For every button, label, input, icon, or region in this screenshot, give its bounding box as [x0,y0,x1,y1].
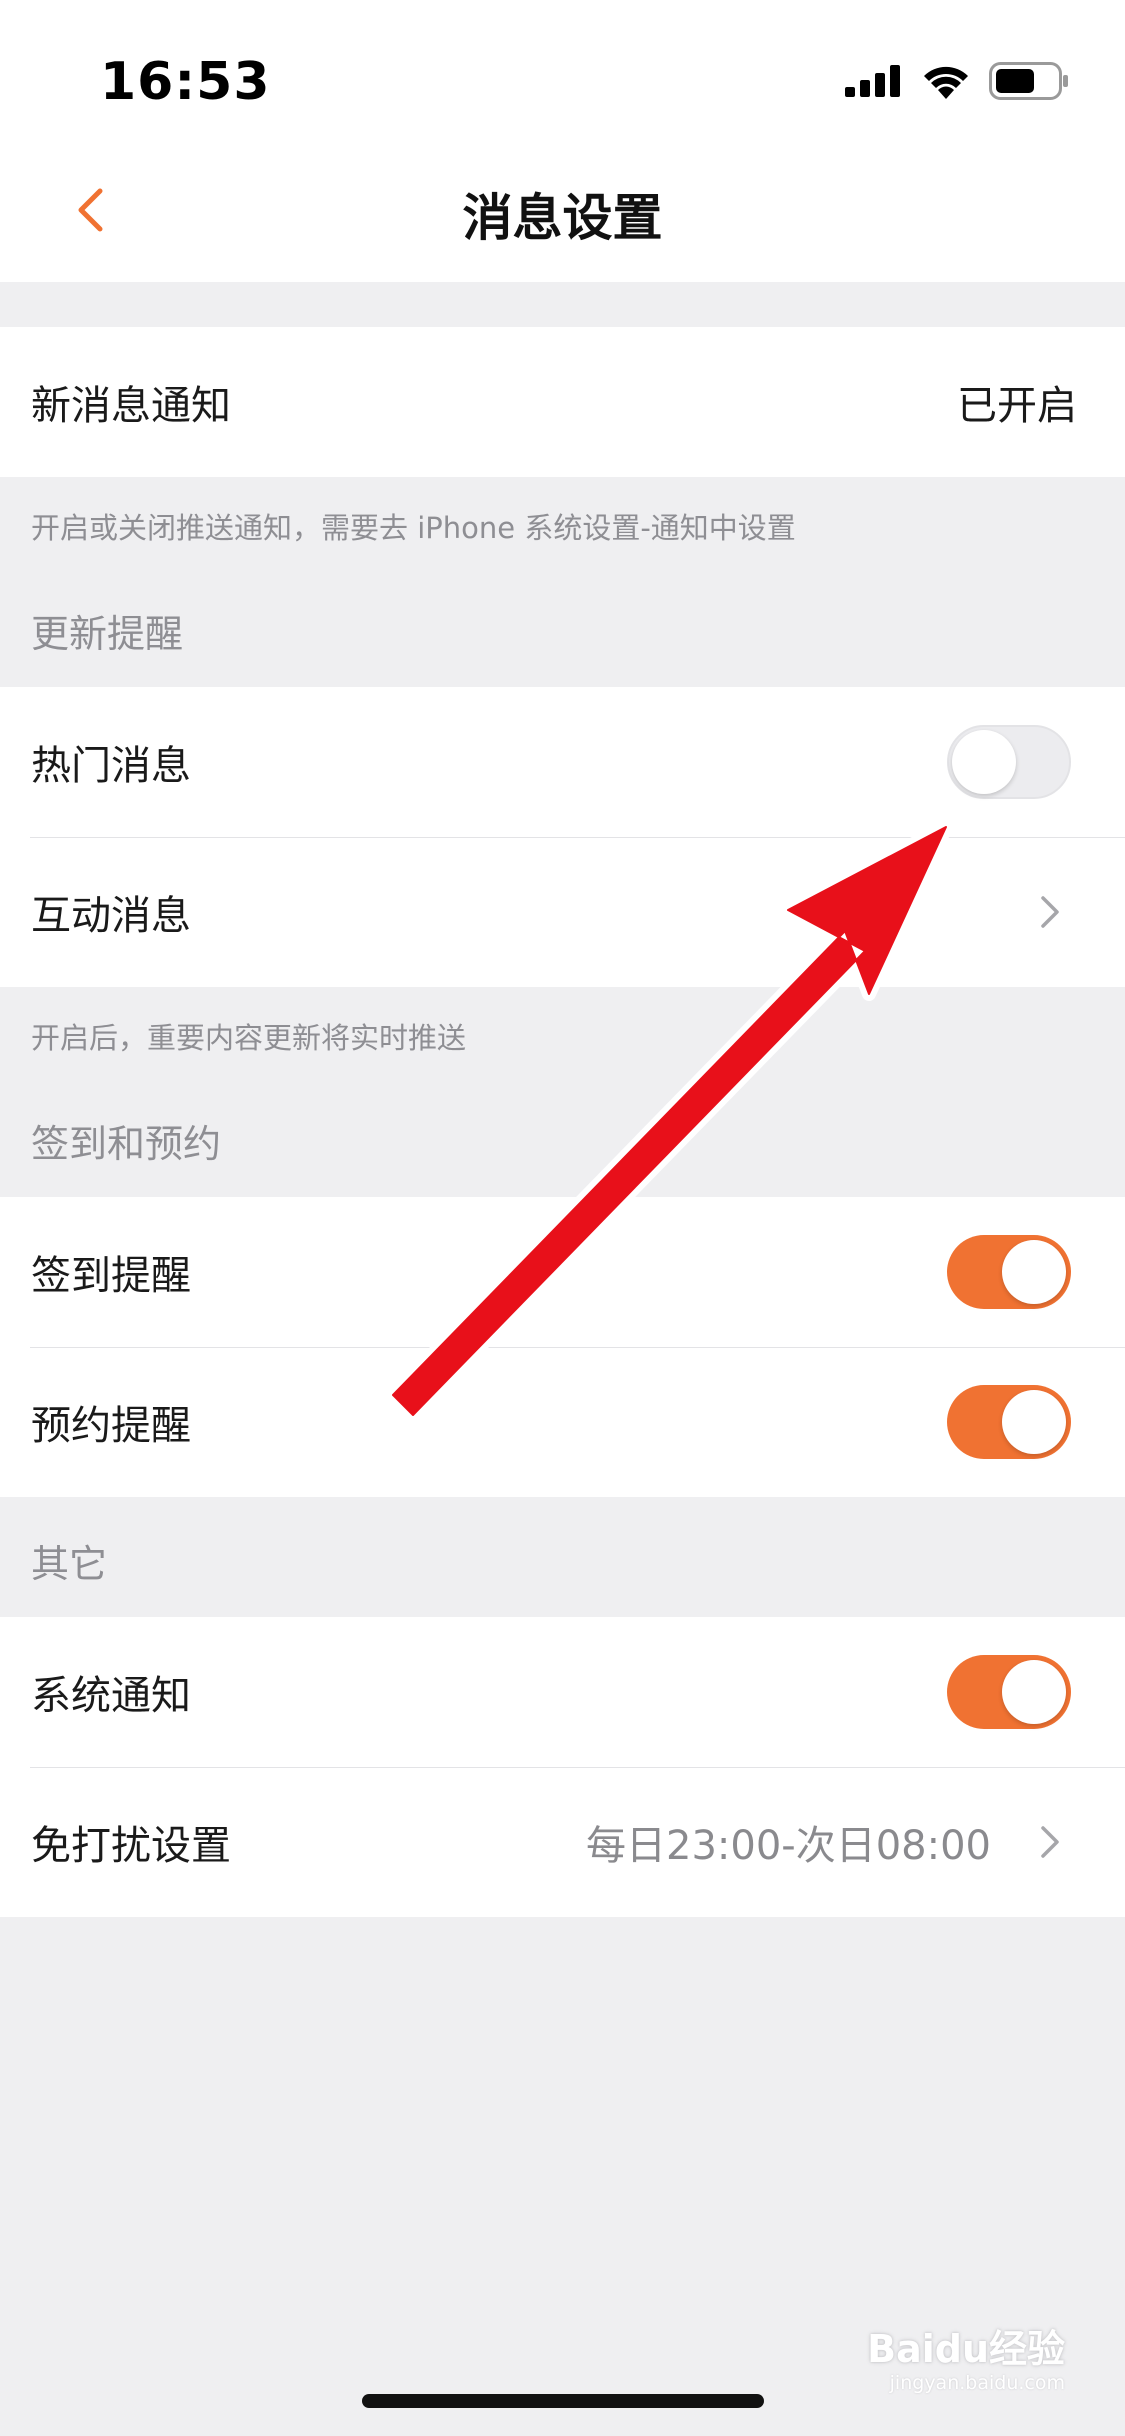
battery-icon [989,62,1068,100]
checkin-booking-group: 签到提醒 预约提醒 [0,1197,1125,1497]
status-bar: 16:53 [0,0,1125,140]
system-notification-label: 系统通知 [31,1673,191,1719]
watermark-url: jingyan.baidu.com [889,2372,1065,2394]
status-time: 16:53 [100,52,271,112]
chevron-right-icon [1041,896,1059,928]
new-message-group: 新消息通知 已开启 [0,327,1125,477]
section-header-update-reminders: 更新提醒 [31,612,184,656]
status-icons [845,62,1069,100]
home-indicator [362,2394,764,2408]
update-reminders-group: 热门消息 互动消息 [0,687,1125,987]
do-not-disturb-label: 免打扰设置 [31,1823,231,1869]
booking-reminder-toggle[interactable] [947,1385,1071,1459]
section-header-checkin-booking: 签到和预约 [31,1122,222,1166]
hot-messages-row: 热门消息 [0,687,1125,837]
realtime-push-note: 开启后，重要内容更新将实时推送 [31,1021,467,1055]
other-group: 系统通知 免打扰设置 每日23:00-次日08:00 [0,1617,1125,1917]
interactive-messages-row[interactable]: 互动消息 [0,837,1125,987]
watermark-logo: Baidu经验 [867,2327,1065,2371]
cellular-signal-icon [845,65,900,97]
section-header-other: 其它 [31,1542,108,1586]
checkin-reminder-label: 签到提醒 [31,1253,191,1299]
nav-bar: 消息设置 [0,140,1125,282]
booking-reminder-label: 预约提醒 [31,1403,191,1449]
hot-messages-label: 热门消息 [31,743,191,789]
new-message-row[interactable]: 新消息通知 已开启 [0,327,1125,477]
page-title: 消息设置 [462,189,663,247]
toggle-knob [952,730,1016,794]
toggle-knob [1002,1390,1066,1454]
do-not-disturb-schedule: 每日23:00-次日08:00 [586,1823,991,1869]
chevron-right-icon [1041,1826,1059,1858]
checkin-reminder-row: 签到提醒 [0,1197,1125,1347]
toggle-knob [1002,1240,1066,1304]
new-message-label: 新消息通知 [31,383,231,429]
system-notification-row: 系统通知 [0,1617,1125,1767]
interactive-messages-label: 互动消息 [31,893,191,939]
booking-reminder-row: 预约提醒 [0,1347,1125,1497]
do-not-disturb-row[interactable]: 免打扰设置 每日23:00-次日08:00 [0,1767,1125,1917]
toggle-knob [1002,1660,1066,1724]
hot-messages-toggle[interactable] [947,725,1071,799]
checkin-reminder-toggle[interactable] [947,1235,1071,1309]
wifi-icon [924,66,968,99]
new-message-status: 已开启 [957,383,1077,429]
system-notification-toggle[interactable] [947,1655,1071,1729]
push-settings-note: 开启或关闭推送通知，需要去 iPhone 系统设置-通知中设置 [31,511,796,545]
